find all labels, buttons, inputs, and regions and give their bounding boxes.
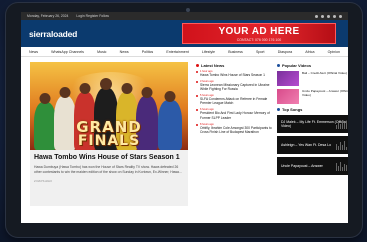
featured-date: 2 DAYS AGO	[34, 179, 52, 184]
song-title[interactable]: Ashleign – Yes Wan Ft. Desa Lo	[281, 143, 331, 147]
twitter-icon[interactable]	[321, 14, 324, 18]
latest-news: Latest News 1 hour ago Hawa Tombo Wins Ho…	[196, 62, 272, 137]
right-sidebar: Popular Videos Bali – Credit Alert (Offi…	[277, 62, 348, 175]
news-headline[interactable]: Orbifly, Ibrahim Cole Amongst 300 Partic…	[200, 126, 272, 134]
song-title[interactable]: Uncle Papayoust – Answer	[281, 164, 323, 168]
video-item[interactable]: Uncle Papayoust – Answer (Official Video…	[277, 89, 348, 104]
ad-banner[interactable]: YOUR AD HERE CONTACT: 076 000 176 100	[182, 23, 336, 44]
youtube-icon[interactable]	[333, 14, 336, 18]
video-thumbnail[interactable]	[277, 71, 299, 86]
account-links[interactable]: Login Register Follow	[76, 14, 109, 18]
bullet-icon	[196, 123, 198, 126]
featured-title[interactable]: Hawa Tombo Wins House of Stars Season 1	[30, 150, 188, 162]
video-title[interactable]: Uncle Papayoust – Answer (Official Video…	[302, 89, 348, 104]
utility-bar: Monday, February 26, 2024 Login Register…	[21, 12, 348, 20]
nav-item[interactable]: Business	[228, 50, 243, 54]
nav-item[interactable]: Entertainment	[166, 50, 188, 54]
featured-image[interactable]: GRAND FINALS	[30, 62, 188, 150]
facebook-icon[interactable]	[315, 14, 318, 18]
search-icon[interactable]	[339, 14, 342, 18]
device-background: Monday, February 26, 2024 Login Register…	[0, 0, 367, 242]
ad-contact: CONTACT: 076 000 176 100	[236, 37, 282, 42]
list-item[interactable]: 5 hours ago SLFA Condemns Attack on Refer…	[196, 94, 272, 105]
list-item[interactable]: 6 hours ago President Bio And First Lady …	[196, 108, 272, 120]
list-item[interactable]: 8 hours ago Orbifly, Ibrahim Cole Amongst…	[196, 123, 272, 134]
nav-item[interactable]: Africa	[305, 50, 314, 54]
video-thumbnail[interactable]	[277, 89, 299, 104]
featured-excerpt: Hawa Dumbuya (Hawa Tombo) has won the Ho…	[34, 165, 182, 174]
main-nav: News WhatsApp Channels Music News Politi…	[21, 47, 348, 57]
video-item[interactable]: Bali – Credit Alert (Official Video)	[277, 71, 348, 86]
list-item[interactable]: 3 hours ago Sierra Leonean Missionary Cap…	[196, 80, 272, 91]
featured-article[interactable]: GRAND FINALS Hawa Tombo Wins House of St…	[30, 62, 188, 206]
nav-item[interactable]: Diaspora	[278, 50, 292, 54]
bullet-icon	[196, 109, 198, 112]
nav-item[interactable]: Lifestyle	[202, 50, 215, 54]
bullet-icon	[196, 95, 198, 98]
finals-text: FINALS	[77, 133, 141, 149]
nav-item[interactable]: News	[120, 50, 129, 54]
list-item[interactable]: 1 hour ago Hawa Tombo Wins House of Stars…	[196, 70, 272, 77]
nav-item[interactable]: News	[29, 50, 38, 54]
site-logo[interactable]: sierraloaded	[29, 29, 77, 39]
song-card[interactable]: Uncle Papayoust – Answer	[277, 157, 348, 175]
bullet-icon	[277, 63, 280, 67]
news-headline[interactable]: President Bio And First Lady Honour Memo…	[200, 111, 272, 119]
song-card[interactable]: Ashleign – Yes Wan Ft. Desa Lo	[277, 136, 348, 154]
videos-heading: Popular Videos	[277, 62, 348, 68]
news-headline[interactable]: Hawa Tombo Wins House of Stars Season 1	[200, 73, 265, 77]
nav-item[interactable]: Music	[97, 50, 106, 54]
social-icons[interactable]	[315, 14, 342, 18]
current-date: Monday, February 26, 2024	[27, 14, 69, 18]
nav-item[interactable]: WhatsApp Channels	[51, 50, 84, 54]
nav-item[interactable]: Opinion	[328, 50, 340, 54]
bullet-icon	[196, 81, 198, 84]
news-headline[interactable]: Sierra Leonean Missionary Captured in Uk…	[200, 83, 272, 91]
bullet-icon	[277, 107, 280, 111]
browser-screen: Monday, February 26, 2024 Login Register…	[21, 12, 348, 223]
songs-heading: Top Songs	[277, 106, 348, 112]
site-header: sierraloaded YOUR AD HERE CONTACT: 076 0…	[21, 20, 348, 47]
bullet-icon	[196, 71, 198, 73]
song-card[interactable]: DJ Malek – My Life Ft. Emmerson (Officia…	[277, 115, 348, 133]
latest-heading: Latest News	[196, 62, 272, 68]
video-title[interactable]: Bali – Credit Alert (Official Video)	[302, 71, 347, 86]
news-headline[interactable]: SLFA Condemns Attack on Referee in Femal…	[200, 97, 272, 105]
nav-item[interactable]: Sport	[256, 50, 265, 54]
bullet-icon	[196, 63, 199, 67]
ad-title: YOUR AD HERE	[218, 25, 300, 37]
instagram-icon[interactable]	[327, 14, 330, 18]
nav-item[interactable]: Politics	[142, 50, 153, 54]
